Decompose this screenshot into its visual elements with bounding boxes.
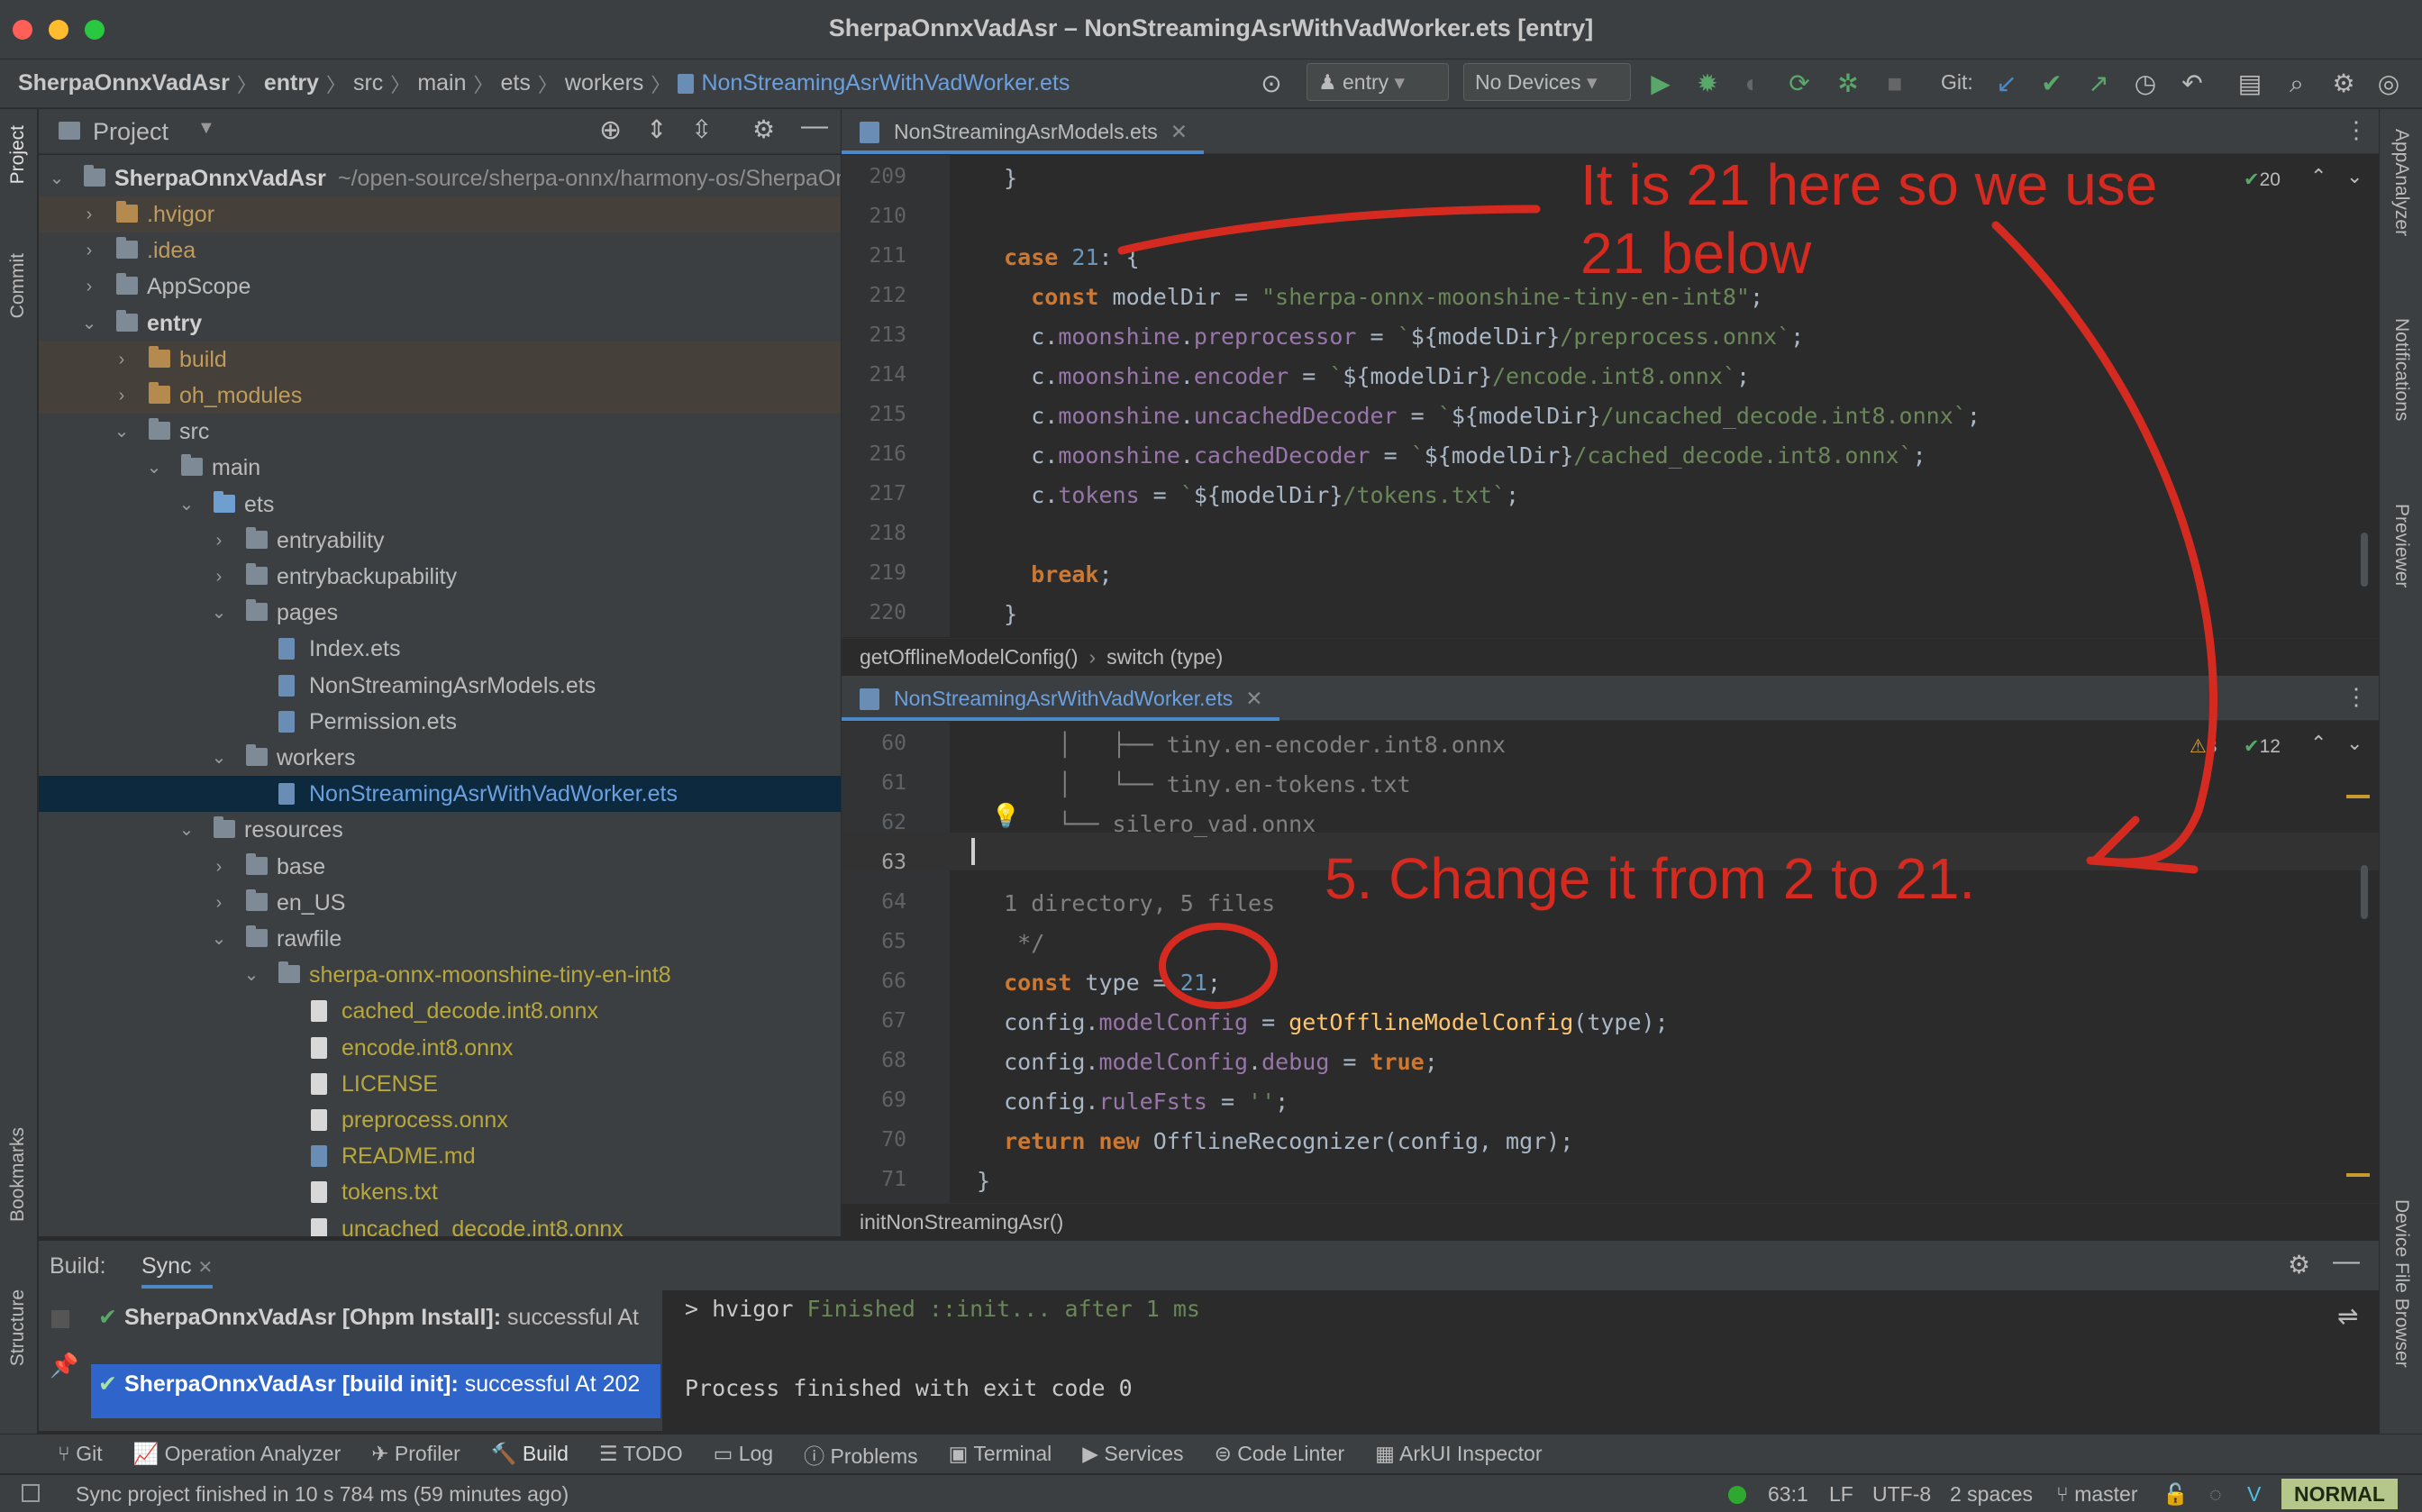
stop-build-icon[interactable] [51, 1310, 69, 1328]
branch-icon: ⑂ [2056, 1482, 2075, 1506]
build-entry-ohpm[interactable]: ✔ SherpaOnnxVadAsr [Ohpm Install]: succes… [91, 1298, 660, 1337]
tab-profiler[interactable]: ✈ Profiler [371, 1442, 460, 1466]
success-check-icon: ✔ [98, 1371, 117, 1397]
annotation-underline-stroke [1117, 205, 1541, 255]
profiler-icon: ✈ [371, 1442, 395, 1465]
pin-icon[interactable]: 📌 [50, 1352, 78, 1380]
tab-operation-analyzer[interactable]: 📈 Operation Analyzer [133, 1442, 341, 1466]
inspector-icon: ▦ [1375, 1442, 1400, 1465]
annotation-circle-value [1159, 923, 1278, 1009]
vim-icon[interactable]: V [2247, 1475, 2261, 1512]
status-bar: Sync project finished in 10 s 784 ms (59… [0, 1474, 2422, 1512]
line-separator[interactable]: LF [1829, 1475, 1853, 1512]
file-encoding[interactable]: UTF-8 [1872, 1475, 1931, 1512]
success-check-icon: ✔ [98, 1305, 117, 1330]
git-branch-icon: ⑂ [58, 1442, 77, 1465]
lock-icon[interactable]: 🔓 [2162, 1475, 2189, 1512]
build-options-gear-icon[interactable]: ⚙ [2288, 1250, 2310, 1280]
tab-arkui-inspector[interactable]: ▦ ArkUI Inspector [1375, 1442, 1542, 1466]
chart-icon: 📈 [132, 1442, 165, 1465]
tab-sync[interactable]: Sync ✕ [141, 1253, 214, 1289]
git-branch[interactable]: ⑂ master [2056, 1475, 2138, 1512]
status-message[interactable]: Sync project finished in 10 s 784 ms (59… [76, 1475, 569, 1512]
build-label: Build: [50, 1253, 106, 1279]
close-tab-icon[interactable]: ✕ [198, 1258, 214, 1278]
build-panel-header: Build: Sync ✕ ⚙ — [39, 1240, 2379, 1290]
hide-build-panel-icon[interactable]: — [2333, 1246, 2360, 1277]
list-icon: ☰ [598, 1442, 624, 1465]
tab-code-linter[interactable]: ⊜ Code Linter [1215, 1442, 1345, 1466]
tab-problems[interactable]: ⓘ Problems [804, 1439, 918, 1470]
tab-build[interactable]: 🔨 Build [491, 1442, 569, 1466]
services-icon: ▶ [1082, 1442, 1105, 1465]
soft-wrap-icon[interactable]: ⇌ [2337, 1301, 2358, 1331]
console-line-exit: Process finished with exit code 0 [685, 1375, 1133, 1401]
tab-terminal[interactable]: ▣ Terminal [949, 1442, 1052, 1466]
hammer-icon: 🔨 [490, 1442, 523, 1465]
indent-setting[interactable]: 2 spaces [1950, 1475, 2033, 1512]
console-line-hvigor: > hvigor Finished ::init... after 1 ms [685, 1296, 1200, 1322]
build-console[interactable]: > hvigor Finished ::init... after 1 ms P… [663, 1290, 2330, 1431]
tab-log[interactable]: ▭ Log [714, 1442, 774, 1466]
problems-icon: ⓘ [804, 1444, 831, 1468]
cursor-position[interactable]: 63:1 [1768, 1475, 1808, 1512]
terminal-icon: ▣ [948, 1442, 974, 1465]
log-icon: ▭ [713, 1442, 739, 1465]
vim-mode-badge[interactable]: NORMAL [2281, 1479, 2398, 1509]
linter-icon: ⊜ [1214, 1442, 1238, 1465]
build-tree: 📌 ✔ SherpaOnnxVadAsr [Ohpm Install]: succ… [39, 1290, 662, 1431]
annotation-arrow-curve [1991, 221, 2217, 867]
tab-git[interactable]: ⑂ Git [58, 1442, 103, 1466]
tab-services[interactable]: ▶ Services [1082, 1442, 1183, 1466]
toggle-tool-windows-icon[interactable] [22, 1484, 40, 1502]
memory-indicator-icon[interactable]: ◌ [2209, 1475, 2222, 1512]
status-ok-icon[interactable] [1728, 1486, 1746, 1504]
bottom-tool-tabs: ⑂ Git 📈 Operation Analyzer ✈ Profiler 🔨 … [0, 1434, 2422, 1473]
tab-todo[interactable]: ☰ TODO [599, 1442, 683, 1466]
build-entry-init[interactable]: ✔ SherpaOnnxVadAsr [build init]: successf… [91, 1364, 660, 1418]
